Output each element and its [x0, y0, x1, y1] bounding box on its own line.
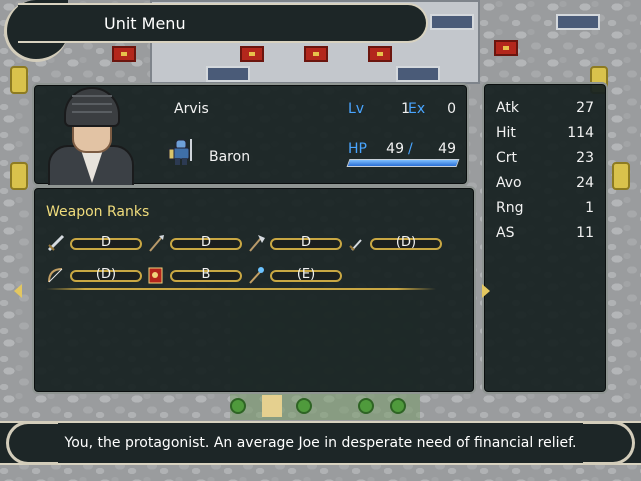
stat-value: 114	[567, 125, 594, 141]
weapon-ranks-title: Weapon Ranks	[46, 204, 150, 220]
rank-grade: (E)	[296, 267, 316, 282]
staff-icon	[249, 267, 264, 284]
stat-row-crt: Crt 23	[496, 150, 594, 172]
stat-name: AS	[496, 225, 515, 241]
level-label: Lv	[348, 101, 365, 117]
window-tile	[430, 14, 474, 30]
hp-bar	[346, 159, 460, 167]
weapon-rank-sword: D	[46, 234, 144, 252]
stat-name: Avo	[496, 175, 522, 191]
tome-icon	[148, 267, 163, 284]
page-title: Unit Menu	[104, 14, 186, 33]
sand-floor	[262, 395, 282, 417]
stat-value: 27	[576, 100, 594, 116]
bush-icon	[390, 398, 406, 414]
bow-icon	[48, 268, 63, 283]
weapon-rank-staff: (E)	[246, 266, 344, 284]
weapon-rank-tome: B	[146, 266, 244, 284]
stat-value: 1	[585, 200, 594, 216]
stat-row-atk: Atk 27	[496, 100, 594, 122]
stat-name: Hit	[496, 125, 516, 141]
rank-grade: B	[201, 267, 211, 282]
help-text: You, the protagonist. An average Joe in …	[64, 435, 577, 451]
rank-grade: D	[300, 235, 311, 250]
stat-row-hit: Hit 114	[496, 125, 594, 147]
hp-max: 49	[438, 141, 456, 157]
hp-separator: /	[408, 141, 413, 157]
hp-label: HP	[348, 141, 367, 157]
stat-name: Atk	[496, 100, 519, 116]
hp-bar-fill	[347, 160, 459, 166]
window-tile	[556, 14, 600, 30]
dagger-icon	[349, 239, 362, 251]
weapon-rank-bow: (D)	[46, 266, 144, 284]
rank-grade: (D)	[95, 267, 117, 282]
level-value: 1	[401, 101, 410, 117]
unit-name: Arvis	[174, 101, 209, 117]
stats-panel: Atk 27 Hit 114 Crt 23 Avo 24 Rng 1 AS 11	[482, 82, 608, 394]
treasure-chest-icon	[304, 46, 328, 62]
exp-label: Ex	[408, 101, 426, 117]
window-tile	[206, 66, 250, 82]
previous-unit-arrow-icon[interactable]	[14, 284, 22, 298]
rank-grade: D	[200, 235, 211, 250]
pillar-icon	[10, 162, 28, 190]
lance-icon	[149, 235, 164, 252]
stat-row-avo: Avo 24	[496, 175, 594, 197]
weapon-rank-axe: D	[246, 234, 344, 252]
exp-value: 0	[447, 101, 456, 117]
stat-value: 11	[576, 225, 594, 241]
weapon-ranks-panel: Weapon Ranks D D D (D) (D) B (E)	[32, 186, 476, 394]
rank-grade: (D)	[395, 235, 417, 250]
stat-value: 23	[576, 150, 594, 166]
bush-icon	[296, 398, 312, 414]
axe-icon	[249, 235, 265, 252]
class-name: Baron	[209, 149, 251, 165]
sword-icon	[47, 234, 65, 252]
pillar-icon	[10, 66, 28, 94]
knight-sprite-icon	[168, 139, 192, 165]
weapon-rank-lance: D	[146, 234, 244, 252]
next-unit-arrow-icon[interactable]	[482, 284, 490, 298]
treasure-chest-icon	[494, 40, 518, 56]
help-bar: You, the protagonist. An average Joe in …	[0, 421, 641, 465]
stat-name: Crt	[496, 150, 518, 166]
portrait-helmet	[64, 87, 120, 127]
hp-current: 49	[386, 141, 404, 157]
window-tile	[396, 66, 440, 82]
stat-name: Rng	[496, 200, 524, 216]
title-banner: Unit Menu	[18, 3, 428, 43]
treasure-chest-icon	[112, 46, 136, 62]
treasure-chest-icon	[240, 46, 264, 62]
bush-icon	[230, 398, 246, 414]
treasure-chest-icon	[368, 46, 392, 62]
rank-grade: D	[100, 235, 111, 250]
stat-row-rng: Rng 1	[496, 200, 594, 222]
unit-portrait	[46, 85, 134, 185]
bush-icon	[358, 398, 374, 414]
divider	[46, 288, 436, 290]
weapon-rank-dagger: (D)	[346, 234, 444, 252]
pillar-icon	[612, 162, 630, 190]
stat-row-as: AS 11	[496, 225, 594, 247]
unit-info-panel: Arvis Baron Lv 1 Ex 0 HP 49 / 49	[32, 83, 469, 186]
stat-value: 24	[576, 175, 594, 191]
